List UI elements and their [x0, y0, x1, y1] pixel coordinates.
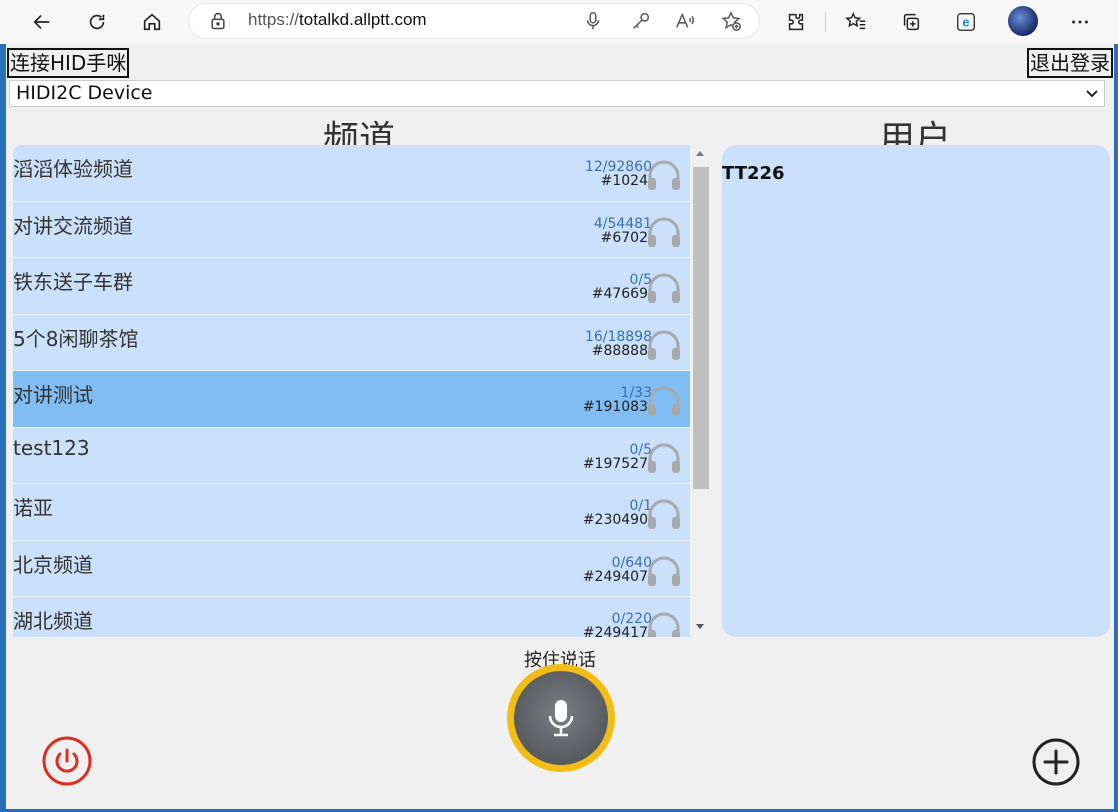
refresh-icon[interactable] — [81, 6, 113, 38]
channel-list-scrollbar[interactable] — [692, 145, 709, 637]
user-list: TT226 — [722, 145, 1110, 637]
channel-id: #47669 — [591, 286, 648, 302]
channel-row[interactable]: 诺亚 0/1 #230490 — [13, 484, 690, 541]
channel-list[interactable]: 滔滔体验频道 12/92860 #1024 对讲交流频道 4/54481 #6702 铁东送… — [13, 145, 690, 637]
scroll-thumb[interactable] — [693, 167, 709, 489]
headphones-icon[interactable] — [646, 384, 682, 418]
channel-name: 北京频道 — [13, 552, 93, 577]
channel-row[interactable]: 北京频道 0/640 #249407 — [13, 541, 690, 597]
url-domain: totalkd.allptt.com — [299, 10, 427, 29]
key-icon[interactable] — [630, 10, 652, 32]
address-url: https://totalkd.allptt.com — [248, 10, 427, 30]
channel-name: test123 — [13, 435, 90, 460]
headphones-icon[interactable] — [646, 328, 682, 362]
profile-avatar[interactable] — [1008, 6, 1038, 36]
channel-row[interactable]: 对讲测试 1/33 #191083 — [13, 371, 690, 428]
ie-icon[interactable]: e — [950, 6, 982, 38]
star-add-icon[interactable] — [720, 10, 742, 32]
microphone-icon — [548, 700, 574, 737]
channel-id: #6702 — [600, 229, 648, 246]
channel-row[interactable]: 铁东送子车群 0/5 #47669 — [13, 258, 690, 315]
headphones-icon[interactable] — [646, 215, 682, 249]
channel-name: 5个8闲聊茶馆 — [13, 326, 139, 351]
channel-id: #230490 — [582, 512, 648, 528]
scroll-up-arrow[interactable] — [696, 151, 704, 156]
channel-row[interactable]: test123 0/5 #197527 — [13, 428, 690, 484]
toolbar-separator — [825, 12, 826, 32]
read-aloud-icon[interactable] — [674, 10, 696, 32]
headphones-icon[interactable] — [646, 497, 682, 531]
power-icon[interactable] — [41, 735, 93, 787]
headphones-icon[interactable] — [646, 554, 682, 588]
channel-row[interactable]: 滔滔体验频道 12/92860 #1024 — [13, 145, 690, 202]
channel-name: 湖北频道 — [13, 609, 93, 633]
user-name[interactable]: TT226 — [722, 163, 785, 184]
url-scheme: https:// — [248, 10, 300, 29]
favorites-icon[interactable] — [840, 6, 872, 38]
ptt-inner[interactable] — [514, 671, 608, 765]
microphone-icon[interactable] — [582, 10, 604, 32]
channel-id: #88888 — [591, 342, 648, 359]
address-bar[interactable]: https://totalkd.allptt.com — [188, 3, 760, 39]
channel-name: 对讲测试 — [13, 383, 93, 407]
channel-name: 诺亚 — [13, 496, 53, 520]
lock-icon[interactable] — [208, 11, 228, 31]
svg-text:e: e — [962, 15, 969, 30]
channel-name: 对讲交流频道 — [13, 213, 133, 238]
puzzle-icon[interactable] — [780, 6, 812, 38]
collections-icon[interactable] — [895, 6, 927, 38]
channel-id: #249417 — [582, 625, 648, 637]
headphones-icon[interactable] — [646, 610, 682, 637]
back-arrow-icon[interactable] — [26, 6, 58, 38]
channel-name: 铁东送子车群 — [13, 270, 133, 294]
channel-name: 滔滔体验频道 — [13, 157, 133, 181]
headphones-icon[interactable] — [646, 441, 682, 475]
channel-row[interactable]: 对讲交流频道 4/54481 #6702 — [13, 202, 690, 258]
more-icon[interactable] — [1064, 6, 1096, 38]
channel-row[interactable]: 湖北频道 0/220 #249417 — [13, 597, 690, 637]
scroll-down-arrow[interactable] — [696, 624, 704, 629]
channel-row[interactable]: 5个8闲聊茶馆 16/18898 #88888 — [13, 315, 690, 371]
channel-id: #191083 — [582, 399, 648, 415]
device-select[interactable]: HIDI2C Device — [9, 80, 1105, 107]
connect-hid-button[interactable]: 连接HID手咪 — [7, 48, 130, 78]
channel-id: #1024 — [600, 173, 648, 189]
channel-id: #197527 — [582, 455, 648, 472]
channel-id: #249407 — [582, 568, 648, 585]
plus-icon[interactable] — [1031, 737, 1081, 787]
logout-button[interactable]: 退出登录 — [1027, 48, 1113, 78]
chevron-down-icon — [1086, 90, 1098, 98]
home-icon[interactable] — [136, 6, 168, 38]
headphones-icon[interactable] — [646, 158, 682, 192]
browser-toolbar: https://totalkd.allptt.com e — [0, 0, 1118, 44]
device-select-value: HIDI2C Device — [16, 82, 153, 104]
push-to-talk-button[interactable] — [507, 664, 615, 772]
headphones-icon[interactable] — [646, 271, 682, 305]
